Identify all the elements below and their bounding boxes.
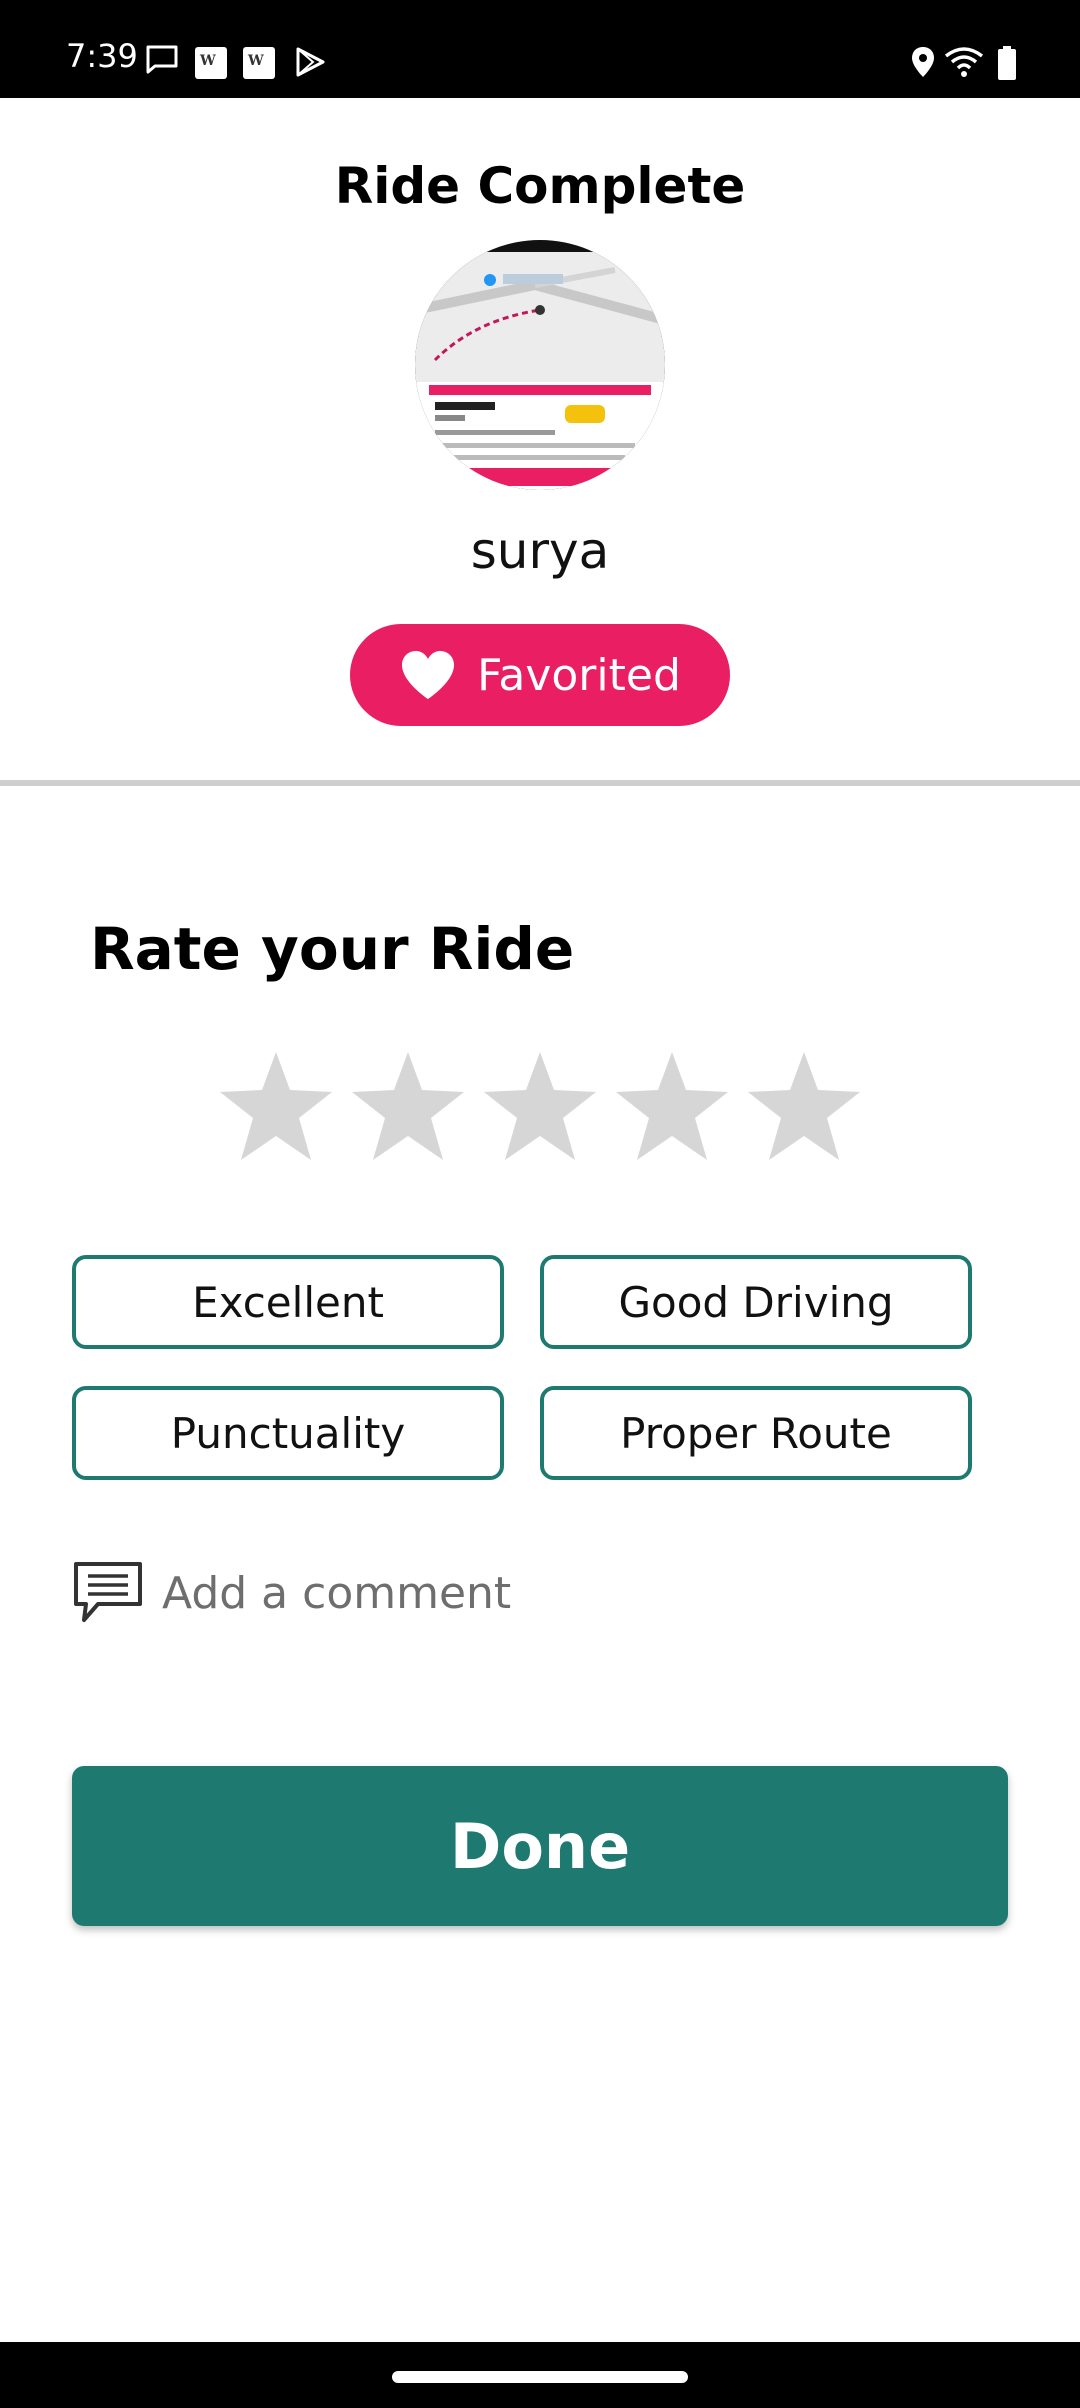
star-icon-1[interactable] [218, 1050, 334, 1162]
star-icon-4[interactable] [614, 1050, 730, 1162]
done-button[interactable]: Done [72, 1766, 1008, 1926]
driver-name: surya [470, 522, 610, 580]
location-icon [912, 47, 934, 77]
tag-chip-good-driving[interactable]: Good Driving [540, 1255, 972, 1349]
news-icon: W [195, 47, 227, 79]
tag-chip-excellent[interactable]: Excellent [72, 1255, 504, 1349]
rate-ride-title: Rate your Ride [90, 915, 575, 983]
favorite-button-label: Favorited [477, 649, 681, 701]
wifi-icon [944, 47, 984, 77]
driver-photo [415, 240, 665, 490]
section-divider [0, 780, 1080, 786]
home-handle[interactable] [392, 2371, 688, 2383]
favorite-button[interactable]: Favorited [350, 624, 730, 726]
heart-icon [402, 651, 455, 699]
star-icon-3[interactable] [482, 1050, 598, 1162]
star-icon-5[interactable] [746, 1050, 862, 1162]
comment-row [72, 1558, 872, 1628]
star-icon-2[interactable] [350, 1050, 466, 1162]
play-store-icon [296, 47, 325, 77]
comment-icon [74, 1562, 142, 1622]
battery-icon [998, 46, 1016, 80]
tag-chip-punctuality[interactable]: Punctuality [72, 1386, 504, 1480]
page-title: Ride Complete [334, 157, 746, 215]
ride-complete-screen: 7:39 W W Ride Complete surya Favorited R… [0, 0, 1080, 2408]
comment-input[interactable] [162, 1567, 842, 1619]
status-bar: 7:39 W W [0, 0, 1080, 98]
star-rating [218, 1050, 862, 1170]
status-time: 7:39 [66, 37, 138, 75]
chat-icon [146, 45, 178, 74]
tag-chip-proper-route[interactable]: Proper Route [540, 1386, 972, 1480]
news-icon: W [243, 47, 275, 79]
